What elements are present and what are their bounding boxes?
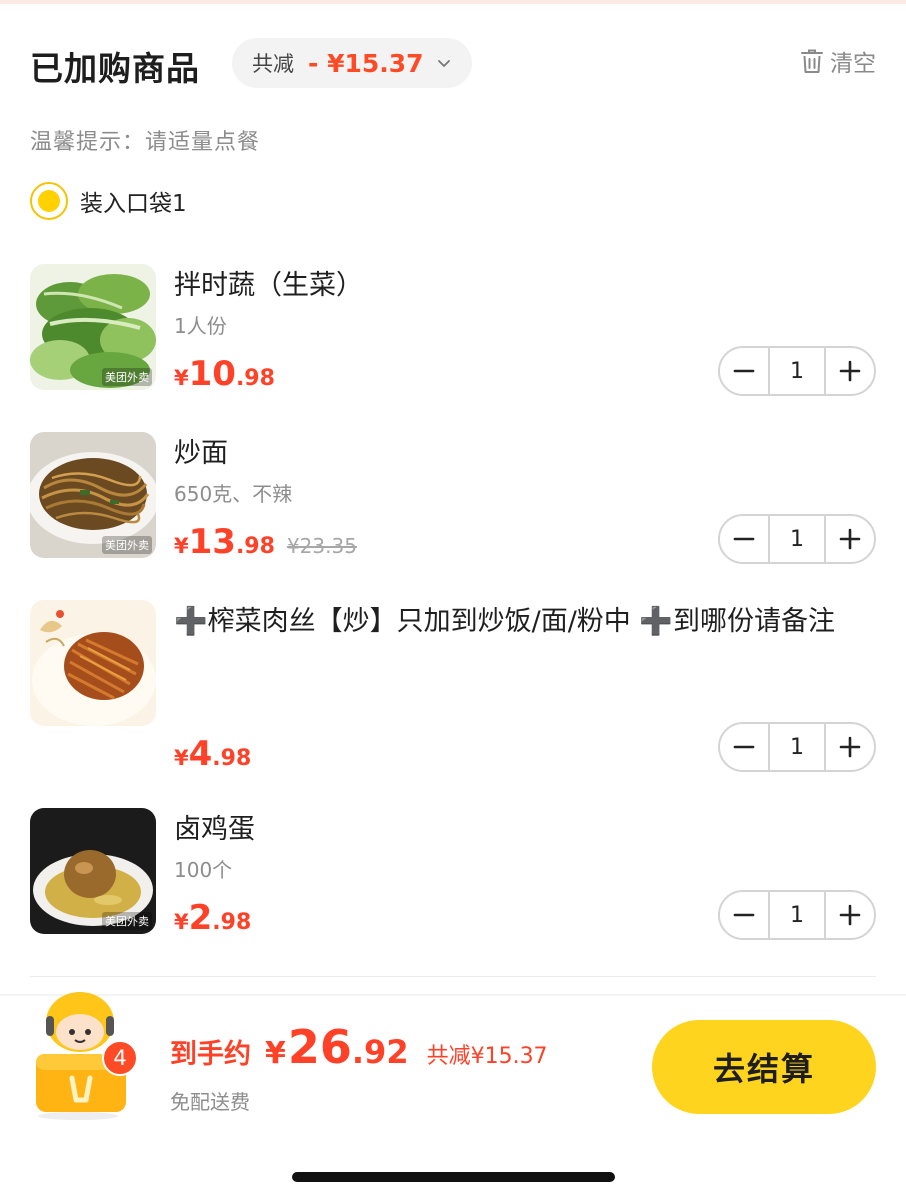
chevron-down-icon [437, 60, 450, 67]
watermark: 美团外卖 [102, 912, 152, 930]
increase-button[interactable] [826, 724, 874, 770]
plus-icon [839, 904, 861, 926]
item-name: 拌时蔬（生菜） [174, 270, 363, 301]
plus-icon [839, 736, 861, 758]
discount-label: 共减 [252, 52, 294, 76]
price-currency: ¥ [174, 910, 189, 934]
item-image-lettuce[interactable]: 美团外卖 [30, 264, 156, 390]
quantity-stepper: 1 [718, 722, 876, 772]
price-decimal: .98 [235, 366, 275, 391]
quantity-stepper: 1 [718, 346, 876, 396]
item-price: ¥13.98 ¥23.35 [174, 522, 357, 562]
price-currency: ¥ [174, 534, 189, 558]
decrease-button[interactable] [720, 892, 768, 938]
home-indicator [292, 1172, 615, 1182]
cart-item: 美团外卖 卤鸡蛋 100个 ¥2.98 1 [30, 808, 876, 940]
item-spec: 100个 [174, 858, 233, 882]
discount-summary-button[interactable]: 共减 - ¥15.37 [232, 38, 472, 88]
total-saving: 共减¥15.37 [426, 1044, 548, 1069]
shipping-note: 免配送费 [170, 1090, 250, 1114]
price-integer: 2 [188, 898, 213, 938]
clear-label: 清空 [830, 51, 876, 77]
item-name: 炒面 [174, 438, 228, 469]
total-decimal: .92 [351, 1033, 409, 1071]
item-image-fried-noodles[interactable]: 美团外卖 [30, 432, 156, 558]
item-price: ¥10.98 [174, 354, 275, 394]
clear-cart-button[interactable]: 清空 [800, 44, 876, 78]
radio-dot [38, 190, 60, 212]
decrease-button[interactable] [720, 724, 768, 770]
decrease-button[interactable] [720, 348, 768, 394]
discount-amount: - ¥15.37 [308, 48, 424, 78]
watermark: 美团外卖 [102, 536, 152, 554]
price-decimal: .98 [212, 910, 252, 935]
price-currency: ¥ [174, 366, 189, 390]
item-spec: 1人份 [174, 314, 227, 338]
page-title: 已加购商品 [30, 49, 200, 88]
quantity-value[interactable]: 1 [768, 516, 826, 562]
item-price: ¥4.98 [174, 734, 251, 774]
cart-item: 美团外卖 拌时蔬（生菜） 1人份 ¥10.98 1 [30, 264, 876, 396]
plus-icon [839, 528, 861, 550]
quantity-stepper: 1 [718, 890, 876, 940]
item-name: ➕榨菜肉丝【炒】只加到炒饭/面/粉中 ➕到哪份请备注 [174, 606, 836, 637]
original-price: ¥23.35 [286, 534, 357, 558]
cart-item: ➕榨菜肉丝【炒】只加到炒饭/面/粉中 ➕到哪份请备注 ¥4.98 1 [30, 600, 876, 774]
price-currency: ¥ [174, 746, 189, 770]
price-decimal: .98 [212, 746, 252, 771]
cart-item: 美团外卖 炒面 650克、不辣 ¥13.98 ¥23.35 1 [30, 432, 876, 564]
increase-button[interactable] [826, 516, 874, 562]
list-divider [30, 976, 876, 977]
price-integer: 10 [188, 354, 236, 394]
price-decimal: .98 [235, 534, 275, 559]
total-integer: 26 [287, 1020, 352, 1074]
total-currency: ¥ [265, 1036, 286, 1071]
cart-count-badge: 4 [102, 1040, 138, 1076]
item-spec: 650克、不辣 [174, 482, 293, 506]
increase-button[interactable] [826, 892, 874, 938]
item-name: 卤鸡蛋 [174, 814, 255, 845]
minus-icon [733, 537, 755, 541]
trash-icon [801, 49, 823, 73]
minus-icon [733, 369, 755, 373]
decrease-button[interactable] [720, 516, 768, 562]
minus-icon [733, 913, 755, 917]
price-integer: 13 [188, 522, 236, 562]
bag-radio[interactable] [30, 182, 68, 220]
total-price: 到手约 ¥ 26 .92 共减¥15.37 [170, 1020, 548, 1074]
quantity-stepper: 1 [718, 514, 876, 564]
bag-selector[interactable]: 装入口袋1 [30, 182, 187, 220]
quantity-value[interactable]: 1 [768, 892, 826, 938]
reminder-tip: 温馨提示：请适量点餐 [30, 130, 261, 155]
quantity-value[interactable]: 1 [768, 724, 826, 770]
bag-label: 装入口袋1 [80, 191, 187, 217]
item-image-pork-strips[interactable] [30, 600, 156, 726]
item-image-braised-egg[interactable]: 美团外卖 [30, 808, 156, 934]
quantity-value[interactable]: 1 [768, 348, 826, 394]
top-strip [0, 0, 906, 4]
price-integer: 4 [188, 734, 213, 774]
cart-header: 已加购商品 共减 - ¥15.37 清空 [30, 36, 876, 92]
increase-button[interactable] [826, 348, 874, 394]
checkout-button[interactable]: 去结算 [652, 1020, 876, 1114]
minus-icon [733, 745, 755, 749]
item-price: ¥2.98 [174, 898, 251, 938]
watermark: 美团外卖 [102, 368, 152, 386]
total-prefix: 到手约 [170, 1039, 251, 1070]
plus-icon [839, 360, 861, 382]
